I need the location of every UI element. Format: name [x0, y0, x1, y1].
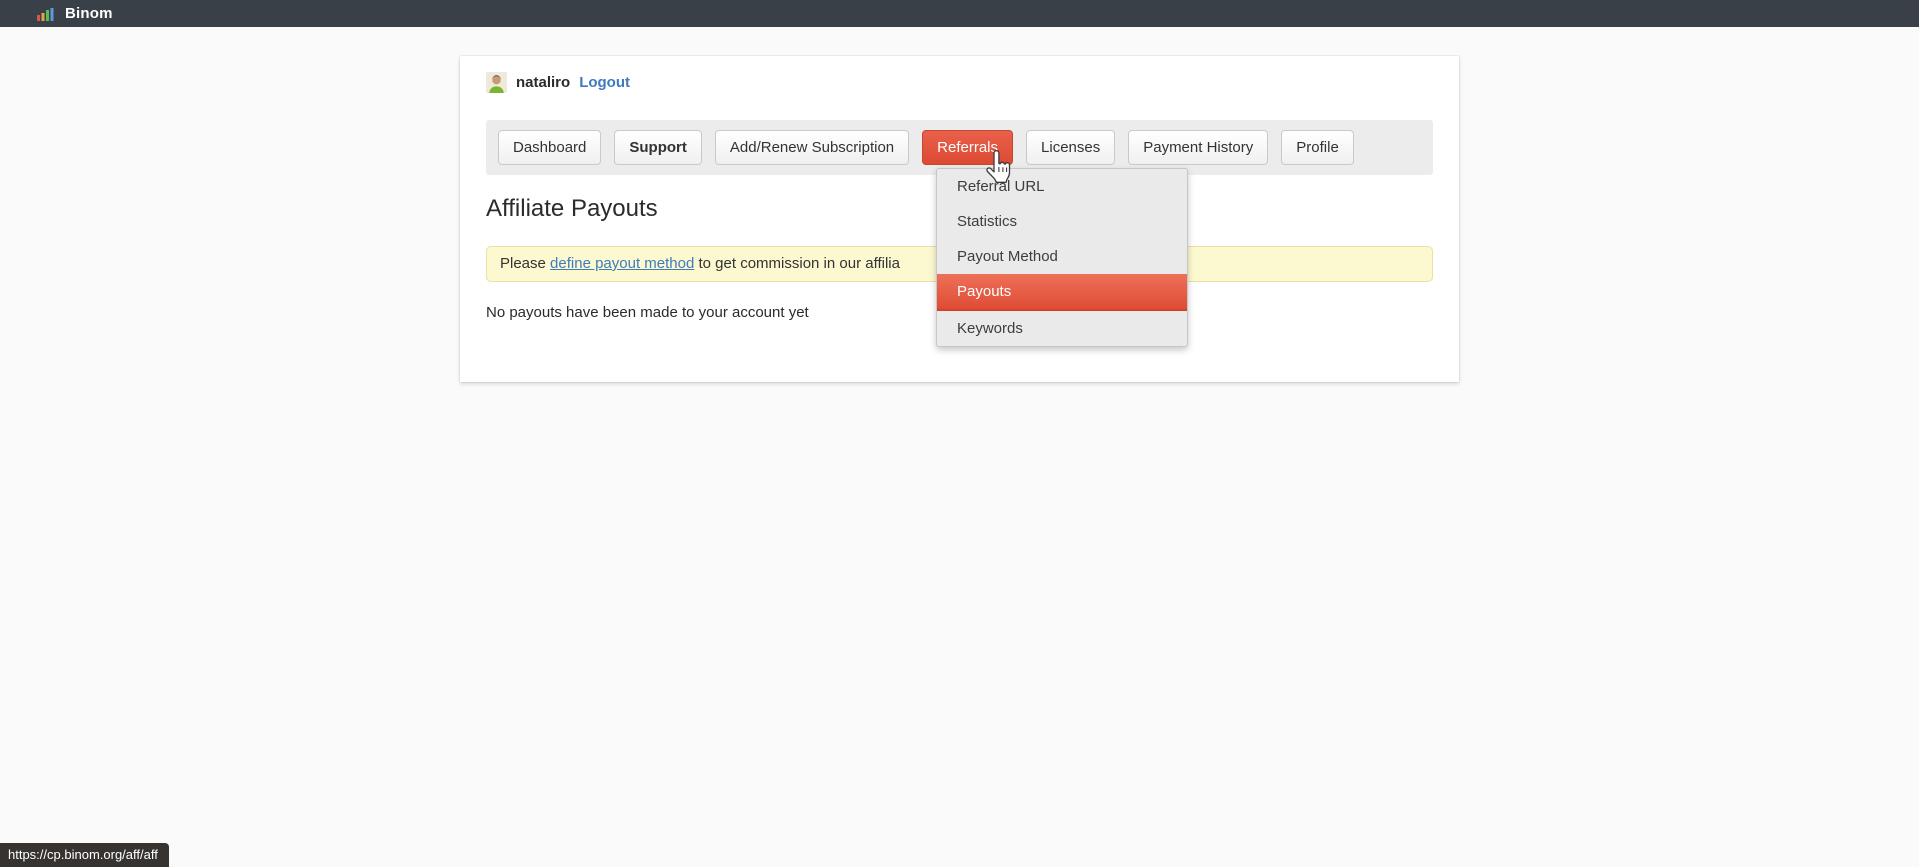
tab-support[interactable]: Support — [614, 130, 702, 165]
menu-item-referral-url[interactable]: Referral URL — [937, 169, 1187, 204]
tab-referrals[interactable]: Referrals — [922, 130, 1013, 165]
nav-tabs: Dashboard Support Add/Renew Subscription… — [486, 120, 1433, 175]
binom-logo-icon — [37, 7, 54, 21]
user-row: nataliro Logout — [486, 72, 1433, 93]
menu-item-keywords[interactable]: Keywords — [937, 311, 1187, 346]
referrals-dropdown-menu: Referral URL Statistics Payout Method Pa… — [936, 168, 1188, 347]
notice-text-suffix: to get commission in our affilia — [699, 255, 900, 272]
avatar — [486, 72, 507, 93]
menu-item-payouts[interactable]: Payouts — [937, 274, 1187, 311]
tab-add-renew-subscription[interactable]: Add/Renew Subscription — [715, 130, 909, 165]
tab-dashboard[interactable]: Dashboard — [498, 130, 601, 165]
menu-item-statistics[interactable]: Statistics — [937, 204, 1187, 239]
define-payout-method-link[interactable]: define payout method — [550, 255, 694, 272]
tab-payment-history[interactable]: Payment History — [1128, 130, 1268, 165]
username: nataliro — [516, 74, 570, 91]
brand[interactable]: Binom — [37, 5, 113, 22]
topbar: Binom — [0, 0, 1919, 27]
tab-licenses[interactable]: Licenses — [1026, 130, 1115, 165]
tab-profile[interactable]: Profile — [1281, 130, 1354, 165]
notice-text-prefix: Please — [500, 255, 546, 272]
logout-link[interactable]: Logout — [579, 74, 630, 91]
status-bar-url: https://cp.binom.org/aff/aff — [0, 843, 169, 867]
menu-item-payout-method[interactable]: Payout Method — [937, 239, 1187, 274]
brand-name: Binom — [65, 5, 113, 22]
